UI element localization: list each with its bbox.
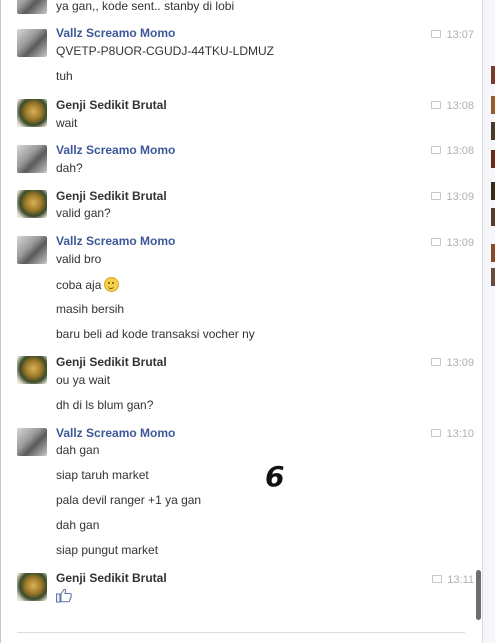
thumbnail-image[interactable] [491, 150, 495, 168]
message-icon [431, 192, 442, 200]
chat-conversation: ya gan,, kode sent.. stanby di lobi Vall… [0, 0, 480, 643]
scrollbar-thumb[interactable] [476, 570, 481, 620]
timestamp: 13:09 [431, 237, 474, 249]
message-line: QVETP-P8UOR-CGUDJ-44TKU-LDMUZ [56, 44, 275, 58]
message-line: baru beli ad kode transaksi vocher ny [56, 327, 255, 341]
sender-name-genji[interactable]: Genji Sedikit Brutal [56, 355, 167, 369]
message-line: coba aja [56, 277, 120, 292]
timestamp: 13:08 [431, 145, 474, 157]
thumbnail-image[interactable] [491, 244, 495, 262]
message-line: siap taruh market [56, 468, 149, 482]
avatar-vallz[interactable] [17, 145, 47, 173]
sender-name-vallz[interactable]: Vallz Screamo Momo [56, 143, 175, 157]
message-line: dah gan [56, 443, 100, 457]
message-icon [431, 30, 442, 38]
message-line: ou ya wait [56, 373, 111, 387]
message-line: ya gan,, kode sent.. stanby di lobi [56, 0, 235, 13]
thumbnail-image[interactable] [491, 96, 495, 114]
thumbnail-image[interactable] [491, 208, 495, 226]
thumbnail-image[interactable] [491, 66, 495, 84]
timestamp: 13:09 [431, 357, 474, 369]
message-icon [431, 101, 442, 109]
timestamp: 13:10 [431, 428, 474, 440]
avatar-genji[interactable] [17, 99, 47, 127]
timestamp: 13:11 [432, 574, 474, 586]
message-line: dah? [56, 161, 83, 175]
sender-name-genji[interactable]: Genji Sedikit Brutal [56, 98, 167, 112]
message-line: valid gan? [56, 206, 111, 220]
message-icon [431, 429, 442, 437]
timestamp: 13:07 [431, 29, 474, 41]
avatar-vallz[interactable] [17, 428, 47, 456]
message-icon [432, 575, 443, 583]
sender-name-vallz[interactable]: Vallz Screamo Momo [56, 26, 175, 40]
message-line: masih bersih [56, 302, 125, 316]
smiley-emoji-icon [104, 277, 120, 292]
message-line: tuh [56, 69, 73, 83]
message-line: wait [56, 116, 78, 130]
avatar-genji[interactable] [17, 356, 47, 384]
message-line: valid bro [56, 252, 102, 266]
avatar-vallz[interactable] [17, 236, 47, 264]
message-line: pala devil ranger +1 ya gan [56, 493, 202, 507]
sender-name-genji[interactable]: Genji Sedikit Brutal [56, 189, 167, 203]
divider [17, 632, 465, 633]
sender-name-genji[interactable]: Genji Sedikit Brutal [56, 571, 167, 585]
like-thumb-icon [56, 588, 72, 603]
overlay-number: 6 [265, 460, 285, 493]
message-line: dah gan [56, 518, 100, 532]
sender-name-vallz[interactable]: Vallz Screamo Momo [56, 426, 175, 440]
thumbnail-image[interactable] [491, 268, 495, 286]
message-icon [431, 146, 442, 154]
timestamp: 13:09 [431, 191, 474, 203]
message-icon [431, 238, 442, 246]
avatar-genji[interactable] [17, 573, 47, 601]
thumbnail-image[interactable] [491, 122, 495, 140]
avatar-genji[interactable] [17, 190, 47, 218]
sender-name-vallz[interactable]: Vallz Screamo Momo [56, 234, 175, 248]
chat-border [0, 0, 1, 643]
avatar-vallz[interactable] [17, 0, 47, 14]
thumbnail-image[interactable] [491, 182, 495, 200]
avatar-vallz[interactable] [17, 29, 47, 57]
message-icon [431, 358, 442, 366]
message-line: dh di ls blum gan? [56, 398, 154, 412]
timestamp: 13:08 [431, 100, 474, 112]
message-line: siap pungut market [56, 543, 159, 557]
